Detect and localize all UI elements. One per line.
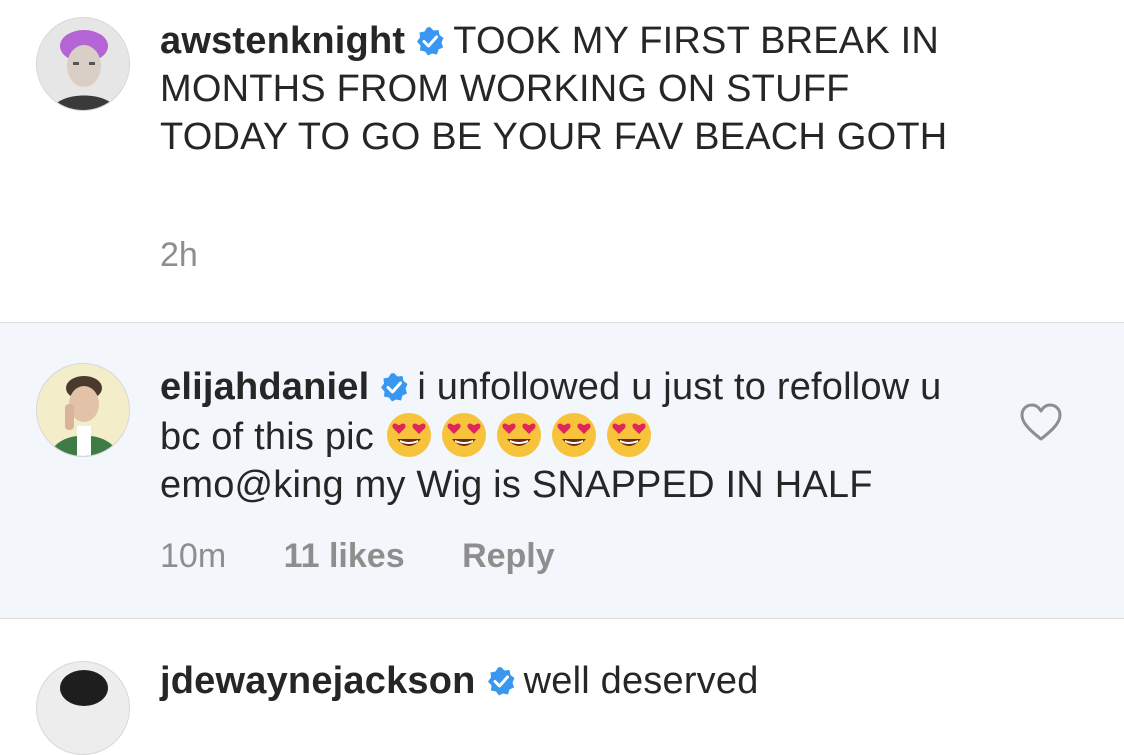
likes-count[interactable]: 11 likes <box>284 537 405 575</box>
like-heart-icon[interactable] <box>1020 403 1062 443</box>
comment-time: 10m <box>160 537 227 575</box>
comment-body: awstenknight TOOK MY FIRST BREAK IN MONTH… <box>160 17 980 161</box>
comment-meta: 10m 11 likes Reply <box>160 537 603 576</box>
username[interactable]: awstenknight <box>160 20 405 62</box>
username[interactable]: elijahdaniel <box>160 366 369 408</box>
avatar-image <box>37 18 129 110</box>
comment-body: elijahdaniel i unfollowed u just to refol… <box>160 363 980 509</box>
heart-eyes-emoji <box>385 411 433 459</box>
heart-eyes-emoji <box>605 411 653 459</box>
heart-eyes-emoji <box>440 411 488 459</box>
verified-badge-icon <box>415 20 445 56</box>
verified-badge-icon <box>486 660 516 696</box>
comment-time: 2h <box>160 236 198 274</box>
comment-awstenknight: awstenknight TOOK MY FIRST BREAK IN MONTH… <box>0 0 1124 322</box>
comment-text-continued: emo@king my Wig is SNAPPED IN HALF <box>160 464 873 506</box>
reply-button[interactable]: Reply <box>462 537 555 575</box>
avatar-awstenknight[interactable] <box>36 17 130 111</box>
username[interactable]: jdewaynejackson <box>160 660 476 702</box>
comment-elijahdaniel: elijahdaniel i unfollowed u just to refol… <box>0 322 1124 618</box>
heart-eyes-emoji <box>495 411 543 459</box>
avatar-image <box>37 662 129 754</box>
avatar-image <box>37 364 129 456</box>
heart-eyes-emoji <box>550 411 598 459</box>
avatar-jdewaynejackson[interactable] <box>36 661 130 755</box>
avatar-elijahdaniel[interactable] <box>36 363 130 457</box>
comment-meta: 2h <box>160 236 246 275</box>
comment-text: well deserved <box>523 660 759 702</box>
comment-jdewaynejackson: jdewaynejackson well deserved <box>0 618 1124 755</box>
verified-badge-icon <box>379 366 409 402</box>
comment-body: jdewaynejackson well deserved <box>160 657 980 705</box>
emoji-row <box>385 413 660 458</box>
